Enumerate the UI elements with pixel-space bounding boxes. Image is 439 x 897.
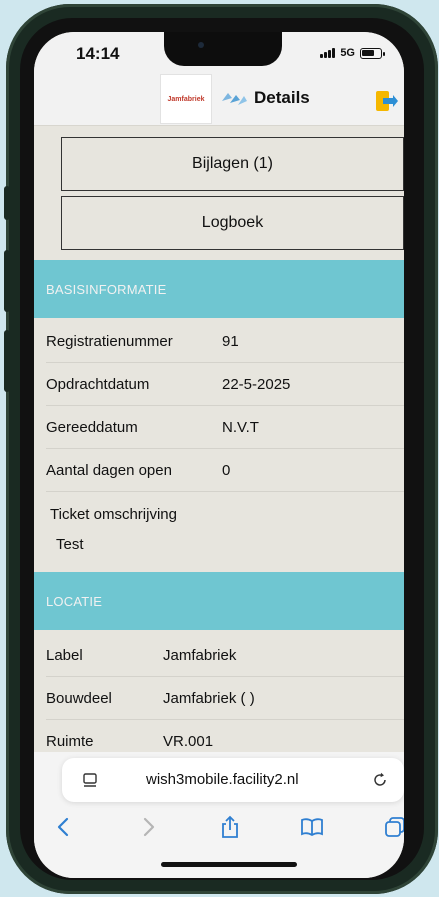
- battery-icon: [360, 47, 385, 59]
- network-label: 5G: [340, 47, 355, 59]
- info-row: Opdrachtdatum 22-5-2025: [46, 363, 404, 406]
- logbook-button[interactable]: Logboek: [61, 196, 404, 250]
- back-icon[interactable]: [50, 814, 76, 840]
- address-bar[interactable]: wish3mobile.facility2.nl: [62, 758, 404, 802]
- info-row: Aantal dagen open 0: [46, 449, 404, 492]
- row-value: VR.001: [163, 732, 214, 750]
- info-row: Bouwdeel Jamfabriek ( ): [46, 677, 404, 720]
- row-label: Aantal dagen open: [46, 461, 172, 479]
- url-text: wish3mobile.facility2.nl: [146, 771, 299, 788]
- browser-toolbar: wish3mobile.facility2.nl: [34, 752, 404, 878]
- volume-button: [4, 186, 10, 220]
- section-basisinformatie-header: BASISINFORMATIE: [34, 260, 404, 318]
- row-label: Label: [46, 646, 83, 664]
- header-title-group: Details: [220, 88, 310, 108]
- forward-icon[interactable]: [136, 814, 162, 840]
- page-settings-icon[interactable]: [82, 772, 98, 788]
- camera-icon: [198, 42, 204, 48]
- share-icon[interactable]: [217, 814, 243, 840]
- info-row: Gereeddatum N.V.T: [46, 406, 404, 449]
- row-label: Opdrachtdatum: [46, 375, 150, 393]
- volume-down-button: [4, 330, 10, 392]
- status-time: 14:14: [76, 44, 120, 63]
- notch: [164, 32, 282, 66]
- attachments-button[interactable]: Bijlagen (1): [61, 137, 404, 191]
- info-row: Ruimte VR.001: [46, 720, 404, 756]
- row-value: 22-5-2025: [222, 375, 291, 393]
- row-label: Registratienummer: [46, 332, 173, 350]
- description-value: Test: [56, 536, 84, 553]
- info-row: Registratienummer 91: [46, 320, 404, 363]
- row-value: Jamfabriek: [163, 646, 237, 664]
- row-label: Ruimte: [46, 732, 94, 750]
- status-indicators: 5G: [320, 47, 385, 59]
- section-locatie-header: LOCATIE: [34, 572, 404, 630]
- row-label: Gereeddatum: [46, 418, 138, 436]
- description-label: Ticket omschrijving: [50, 506, 177, 523]
- bookmarks-icon[interactable]: [299, 814, 325, 840]
- wish-logo-icon: [222, 93, 247, 105]
- company-logo: Jamfabriek: [160, 74, 212, 124]
- exit-icon[interactable]: [374, 90, 398, 112]
- detail-content: Bijlagen (1) Logboek BASISINFORMATIE Reg…: [34, 126, 404, 756]
- signal-icon: [320, 48, 336, 58]
- volume-up-button: [4, 250, 10, 312]
- row-value: 91: [222, 332, 239, 350]
- app-header: Jamfabriek Details: [34, 72, 404, 126]
- reload-icon[interactable]: [372, 772, 388, 788]
- row-value: Jamfabriek ( ): [163, 689, 255, 707]
- page-title: Details: [254, 88, 310, 107]
- home-indicator: [161, 862, 297, 867]
- row-value: 0: [222, 461, 231, 479]
- row-label: Bouwdeel: [46, 689, 112, 707]
- tabs-icon[interactable]: [382, 814, 404, 840]
- row-value: N.V.T: [222, 418, 259, 436]
- info-row: Label Jamfabriek: [46, 634, 404, 677]
- stage: 14:14 5G Jamfabriek Details Bijlagen (1)…: [0, 0, 439, 897]
- screen: 14:14 5G Jamfabriek Details Bijlagen (1)…: [34, 32, 404, 878]
